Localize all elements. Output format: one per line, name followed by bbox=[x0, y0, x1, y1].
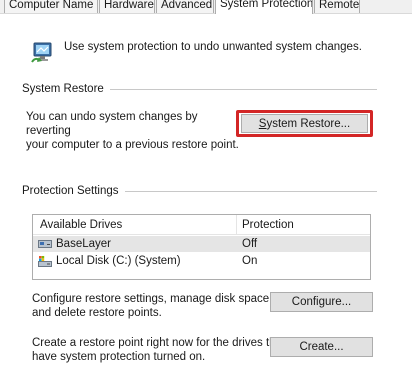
create-description-line: have system protection turned on. bbox=[32, 351, 206, 363]
system-restore-button[interactable]: System Restore... bbox=[241, 114, 368, 133]
tab-label: Hardware bbox=[104, 0, 154, 11]
drive-protection-status: Off bbox=[242, 238, 258, 250]
system-restore-title: System Restore bbox=[22, 82, 110, 96]
drives-list-header: Available Drives Protection bbox=[33, 215, 370, 235]
configure-button-text: Configure... bbox=[291, 296, 352, 308]
drive-protection-status: On bbox=[242, 255, 258, 267]
tab-remote[interactable]: Remote bbox=[314, 0, 360, 13]
system-restore-button-label: ystem Restore... bbox=[266, 118, 351, 130]
create-button-text: Create... bbox=[299, 341, 344, 353]
drive-row-baselayer[interactable]: BaseLayer Off bbox=[33, 236, 370, 252]
system-drive-icon bbox=[38, 256, 52, 267]
drive-name: Local Disk (C:) (System) bbox=[56, 255, 181, 267]
system-restore-description-line: You can undo system changes by reverting bbox=[26, 111, 198, 137]
system-protection-icon bbox=[30, 40, 56, 66]
tab-advanced[interactable]: Advanced bbox=[156, 0, 214, 13]
column-header-available-drives[interactable]: Available Drives bbox=[40, 218, 122, 232]
tab-label: System Protection bbox=[220, 0, 313, 10]
configure-button-label: OConfigure... bbox=[292, 296, 351, 308]
tab-computer-name[interactable]: Computer Name bbox=[4, 0, 98, 13]
tab-strip: Computer Name Hardware Advanced System P… bbox=[0, 0, 412, 14]
system-restore-description: You can undo system changes by reverting… bbox=[26, 110, 241, 152]
drive-icon bbox=[38, 239, 52, 249]
create-description: Create a restore point right now for the… bbox=[32, 336, 292, 364]
create-button-label: CCreate... bbox=[299, 341, 343, 353]
system-protection-panel: Use system protection to undo unwanted s… bbox=[0, 14, 412, 382]
tab-system-protection[interactable]: System Protection bbox=[215, 0, 313, 14]
system-restore-description-line: your computer to a previous restore poin… bbox=[26, 139, 239, 151]
column-separator bbox=[236, 215, 237, 235]
drive-name: BaseLayer bbox=[56, 238, 111, 250]
create-description-line: Create a restore point right now for the… bbox=[32, 337, 286, 349]
drive-row-local-disk-c[interactable]: Local Disk (C:) (System) On bbox=[33, 253, 370, 269]
configure-description-line: Configure restore settings, manage disk … bbox=[32, 293, 273, 305]
tab-label: Remote bbox=[319, 0, 360, 11]
configure-description-line: and delete restore points. bbox=[32, 307, 162, 319]
tab-hardware[interactable]: Hardware bbox=[99, 0, 155, 13]
configure-button[interactable]: OConfigure... bbox=[270, 292, 373, 312]
tab-label: Advanced bbox=[161, 0, 213, 11]
intro-text: Use system protection to undo unwanted s… bbox=[64, 41, 362, 53]
configure-description: Configure restore settings, manage disk … bbox=[32, 292, 292, 320]
protection-settings-title: Protection Settings bbox=[22, 184, 125, 198]
drives-list[interactable]: Available Drives Protection BaseLayer Of… bbox=[32, 214, 371, 280]
column-header-protection[interactable]: Protection bbox=[242, 218, 294, 232]
create-button[interactable]: CCreate... bbox=[270, 337, 373, 357]
tab-label: Computer Name bbox=[9, 0, 94, 11]
